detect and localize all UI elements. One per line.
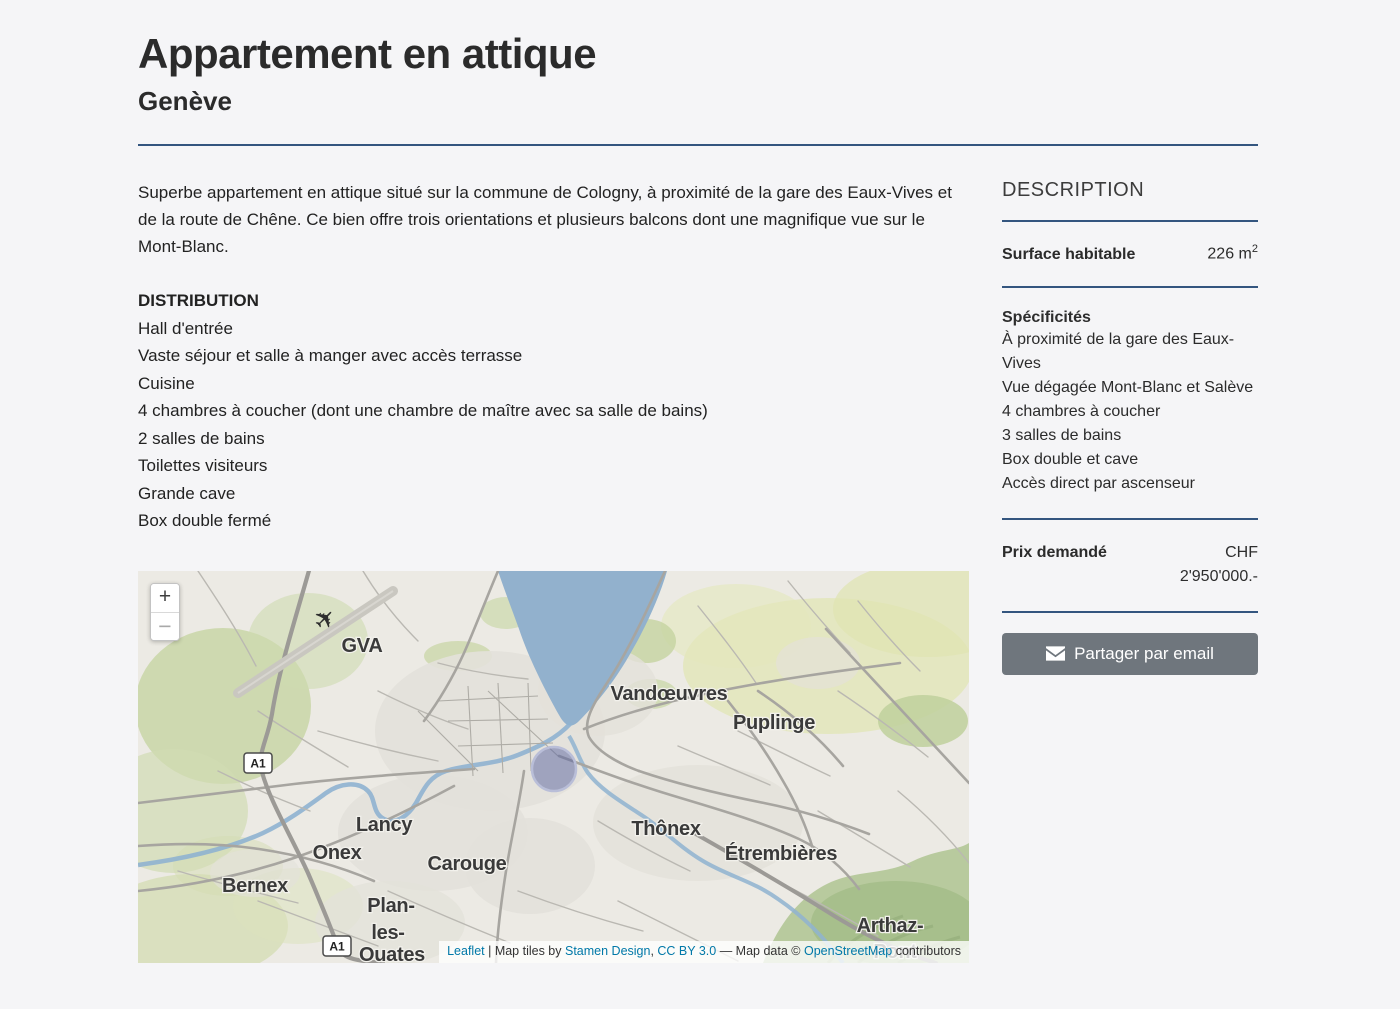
map-town-label: Vandœuvres [610, 683, 727, 705]
map-town-label: Étrembières [725, 842, 837, 865]
map-town-label: les- [371, 922, 404, 944]
svg-text:A1: A1 [250, 756, 266, 770]
map-zoom-control: + − [150, 583, 180, 641]
share-email-label: Partager par email [1074, 644, 1214, 664]
distribution-heading: DISTRIBUTION [138, 287, 969, 315]
listing-page: Appartement en attique Genève Superbe ap… [0, 0, 1400, 1009]
road-badge-a1: A1 [244, 753, 272, 773]
sidebar-divider [1002, 611, 1258, 613]
osm-link[interactable]: OpenStreetMap [804, 944, 892, 958]
surface-value: 226 m2 [1207, 243, 1258, 263]
list-item: Grande cave [138, 480, 969, 508]
listing-header: Appartement en attique Genève [138, 0, 1258, 146]
map-town-label: Carouge [427, 853, 506, 875]
map-town-label: Plan- [367, 895, 414, 917]
list-item: Cuisine [138, 370, 969, 398]
svg-text:A1: A1 [329, 939, 345, 953]
list-item: 4 chambres à coucher (dont une chambre d… [138, 397, 969, 425]
map-town-label: Thônex [631, 818, 700, 840]
stamen-link[interactable]: Stamen Design [565, 944, 650, 958]
main-column: Superbe appartement en attique situé sur… [138, 179, 969, 963]
price-amount: 2'950'000.- [1180, 565, 1258, 589]
list-item: Hall d'entrée [138, 315, 969, 343]
share-email-button[interactable]: Partager par email [1002, 633, 1258, 675]
page-subtitle: Genève [138, 86, 1258, 117]
list-item: 4 chambres à coucher [1002, 400, 1258, 424]
specs-block: Spécificités À proximité de la gare des … [1002, 288, 1258, 518]
surface-label: Surface habitable [1002, 246, 1135, 264]
map-town-label: Lancy [356, 814, 413, 836]
attribution-text: | Map tiles by [485, 944, 565, 958]
distribution-block: DISTRIBUTION Hall d'entréeVaste séjour e… [138, 287, 969, 535]
distribution-list: Hall d'entréeVaste séjour et salle à man… [138, 315, 969, 535]
map-attribution: Leaflet | Map tiles by Stamen Design, CC… [439, 941, 969, 963]
price-row: Prix demandé CHF 2'950'000.- [1002, 520, 1258, 611]
specs-heading: Spécificités [1002, 309, 1258, 327]
list-item: À proximité de la gare des Eaux-Vives [1002, 328, 1258, 376]
sidebar-heading: DESCRIPTION [1002, 179, 1258, 202]
zoom-in-button[interactable]: + [151, 584, 179, 612]
list-item: Box double fermé [138, 507, 969, 535]
map-town-label: Arthaz- [857, 915, 924, 937]
price-value: CHF 2'950'000.- [1180, 541, 1258, 589]
intro-paragraph: Superbe appartement en attique situé sur… [138, 179, 969, 260]
leaflet-link[interactable]: Leaflet [447, 944, 485, 958]
page-title: Appartement en attique [138, 31, 1258, 77]
map-canvas: ✈ GVAVandœuvresPuplingeThônexÉtrembières… [138, 571, 969, 963]
specs-list: À proximité de la gare des Eaux-VivesVue… [1002, 328, 1258, 496]
zoom-out-button[interactable]: − [151, 612, 179, 640]
map-town-label: GVA [342, 635, 383, 657]
envelope-icon [1046, 646, 1065, 661]
map-town-label: Onex [313, 842, 362, 864]
list-item: 3 salles de bains [1002, 424, 1258, 448]
leaflet-map[interactable]: ✈ GVAVandœuvresPuplingeThônexÉtrembières… [138, 571, 969, 963]
list-item: Box double et cave [1002, 448, 1258, 472]
surface-row: Surface habitable 226 m2 [1002, 222, 1258, 285]
description-sidebar: DESCRIPTION Surface habitable 226 m2 Spé… [1002, 179, 1258, 674]
list-item: Toilettes visiteurs [138, 452, 969, 480]
map-town-label: Puplinge [733, 712, 815, 734]
list-item: 2 salles de bains [138, 425, 969, 453]
map-town-label: Ouates [359, 944, 425, 963]
road-badge-a1: A1 [323, 936, 351, 956]
list-item: Vue dégagée Mont-Blanc et Salève [1002, 376, 1258, 400]
price-currency: CHF [1180, 541, 1258, 565]
cc-link[interactable]: CC BY 3.0 [657, 944, 716, 958]
list-item: Vaste séjour et salle à manger avec accè… [138, 342, 969, 370]
price-label: Prix demandé [1002, 544, 1107, 562]
header-divider [138, 144, 1258, 146]
property-marker[interactable] [532, 747, 576, 791]
map-town-label: Bernex [222, 875, 288, 897]
list-item: Accès direct par ascenseur [1002, 472, 1258, 496]
